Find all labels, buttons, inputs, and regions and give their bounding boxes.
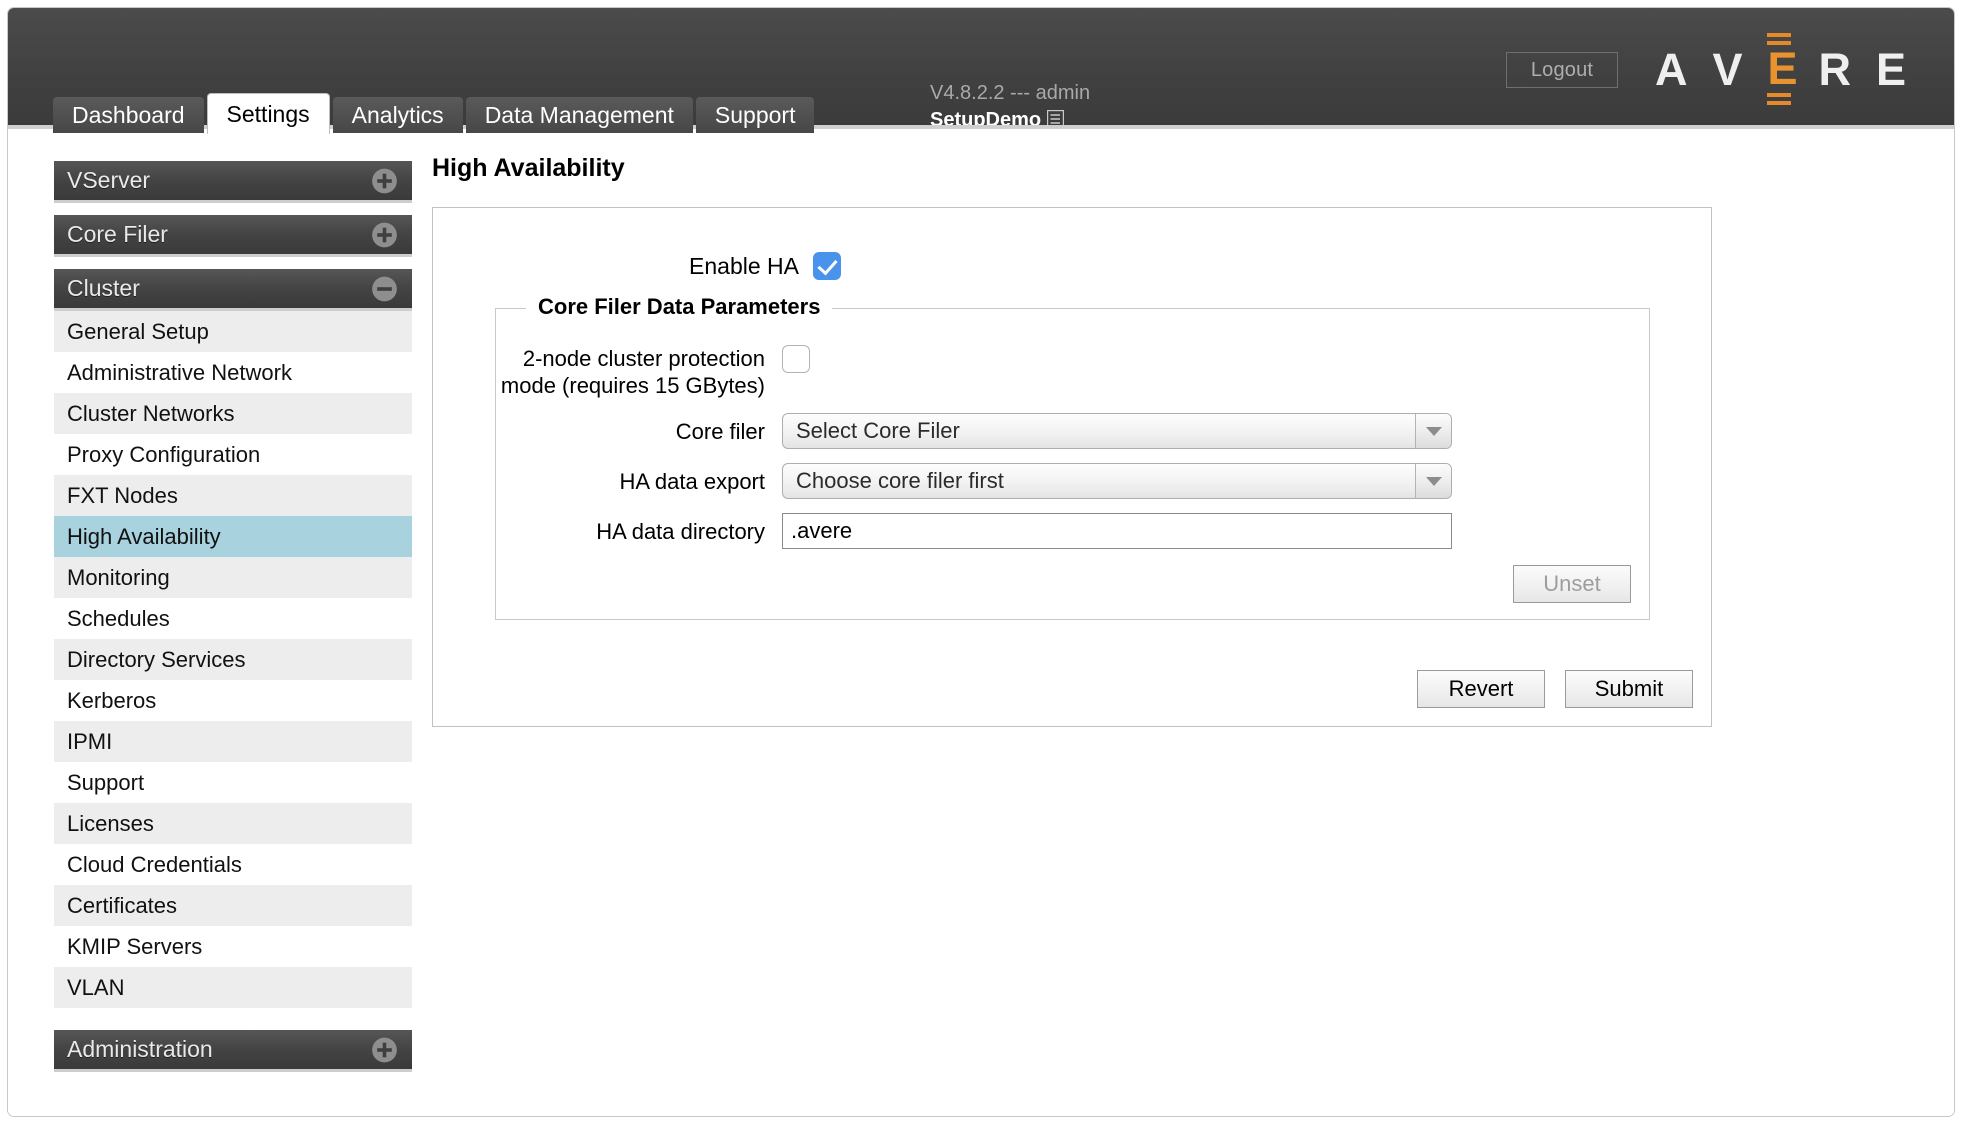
ha-data-export-select[interactable]: Choose core filer first	[782, 463, 1452, 499]
tab-support[interactable]: Support	[695, 97, 815, 133]
sidebar-item-directory-services[interactable]: Directory Services	[54, 639, 412, 680]
version-text: V4.8.2.2 --- admin	[930, 82, 1091, 104]
sidebar-item-high-availability[interactable]: High Availability	[54, 516, 412, 557]
logout-button[interactable]: Logout	[1506, 52, 1618, 88]
two-node-protection-row: 2-node cluster protection mode (requires…	[496, 345, 810, 399]
plus-circle-icon[interactable]	[371, 221, 398, 248]
logo-accent-bar	[1767, 33, 1792, 37]
panel-actions: Revert Submit	[1417, 670, 1693, 708]
enable-ha-label: Enable HA	[689, 252, 799, 279]
main-tab-bar[interactable]: Dashboard Settings Analytics Data Manage…	[53, 93, 815, 134]
ha-data-directory-input[interactable]	[782, 513, 1452, 549]
application-window: Logout A V E R E V4.8.2.2 --- admin Setu…	[7, 7, 1955, 1117]
ha-data-export-select-value: Choose core filer first	[796, 468, 1004, 493]
sidebar-section-administration[interactable]: Administration	[54, 1030, 412, 1072]
core-filer-select-value: Select Core Filer	[796, 418, 960, 443]
fieldset-legend: Core Filer Data Parameters	[526, 294, 833, 320]
sidebar-item-certificates[interactable]: Certificates	[54, 885, 412, 926]
sidebar-item-fxt-nodes[interactable]: FXT Nodes	[54, 475, 412, 516]
sidebar-item-proxy-configuration[interactable]: Proxy Configuration	[54, 434, 412, 475]
page-body: VServer Core Filer Cluster General Setup…	[8, 129, 1954, 1116]
core-filer-select[interactable]: Select Core Filer	[782, 413, 1452, 449]
sidebar-item-general-setup[interactable]: General Setup	[54, 311, 412, 352]
sidebar-item-vlan[interactable]: VLAN	[54, 967, 412, 1008]
core-filer-row: Core filer Select Core Filer	[496, 413, 1452, 449]
logo-letter-r: R	[1818, 43, 1851, 95]
sidebar-item-cloud-credentials[interactable]: Cloud Credentials	[54, 844, 412, 885]
logo-letter-e: E	[1875, 43, 1906, 95]
sidebar-item-monitoring[interactable]: Monitoring	[54, 557, 412, 598]
avere-logo: A V E R E	[1654, 33, 1906, 105]
sidebar-item-kmip-servers[interactable]: KMIP Servers	[54, 926, 412, 967]
revert-button[interactable]: Revert	[1417, 670, 1545, 708]
logo-accent-bar	[1767, 93, 1792, 97]
ha-settings-panel: Enable HA Core Filer Data Parameters 2-n…	[432, 207, 1712, 727]
nav-group-cluster: Cluster General Setup Administrative Net…	[54, 269, 412, 1008]
logo-letter-a: A	[1654, 43, 1688, 95]
core-filer-data-parameters-fieldset: Core Filer Data Parameters 2-node cluste…	[495, 294, 1650, 620]
logo-accent-bar	[1767, 101, 1792, 105]
nav-group-core-filer: Core Filer	[54, 215, 412, 257]
core-filer-label: Core filer	[675, 418, 765, 444]
settings-sidebar: VServer Core Filer Cluster General Setup…	[54, 161, 412, 1084]
enable-ha-checkbox[interactable]	[813, 252, 841, 280]
page-title: High Availability	[432, 154, 625, 182]
unset-button[interactable]: Unset	[1513, 565, 1631, 603]
sidebar-item-ipmi[interactable]: IPMI	[54, 721, 412, 762]
tab-analytics[interactable]: Analytics	[332, 97, 463, 133]
sidebar-section-label: Core Filer	[67, 221, 168, 247]
tab-settings[interactable]: Settings	[206, 93, 330, 134]
sidebar-item-cluster-networks[interactable]: Cluster Networks	[54, 393, 412, 434]
ha-data-directory-row: HA data directory	[496, 513, 1452, 549]
sidebar-item-support[interactable]: Support	[54, 762, 412, 803]
sidebar-section-label: Administration	[67, 1036, 213, 1062]
sidebar-item-licenses[interactable]: Licenses	[54, 803, 412, 844]
two-node-protection-checkbox[interactable]	[782, 345, 810, 373]
sidebar-section-core-filer[interactable]: Core Filer	[54, 215, 412, 257]
plus-circle-icon[interactable]	[371, 1036, 398, 1063]
sidebar-section-cluster[interactable]: Cluster	[54, 269, 412, 311]
nav-group-administration: Administration	[54, 1030, 412, 1072]
tab-data-management[interactable]: Data Management	[465, 97, 693, 133]
logo-letter-e-accent: E	[1767, 31, 1798, 107]
app-header: Logout A V E R E V4.8.2.2 --- admin Setu…	[8, 8, 1954, 134]
two-node-protection-label: 2-node cluster protection mode (requires…	[500, 346, 765, 398]
chevron-down-icon[interactable]	[1415, 464, 1451, 498]
chevron-down-icon[interactable]	[1415, 414, 1451, 448]
tab-dashboard[interactable]: Dashboard	[53, 97, 204, 133]
sidebar-section-label: VServer	[67, 167, 151, 193]
sidebar-item-administrative-network[interactable]: Administrative Network	[54, 352, 412, 393]
ha-data-export-row: HA data export Choose core filer first	[496, 463, 1452, 499]
ha-data-directory-label: HA data directory	[596, 518, 765, 544]
sidebar-item-kerberos[interactable]: Kerberos	[54, 680, 412, 721]
nav-group-vserver: VServer	[54, 161, 412, 203]
cluster-nav-items: General Setup Administrative Network Clu…	[54, 311, 412, 1008]
minus-circle-icon[interactable]	[371, 275, 398, 302]
ha-data-export-label: HA data export	[619, 468, 765, 494]
submit-button[interactable]: Submit	[1565, 670, 1693, 708]
logo-letter-v: V	[1712, 43, 1743, 95]
logo-accent-letter: E	[1767, 43, 1798, 94]
plus-circle-icon[interactable]	[371, 167, 398, 194]
sidebar-item-schedules[interactable]: Schedules	[54, 598, 412, 639]
sidebar-section-label: Cluster	[67, 275, 140, 301]
enable-ha-row: Enable HA	[433, 252, 1433, 280]
sidebar-section-vserver[interactable]: VServer	[54, 161, 412, 203]
